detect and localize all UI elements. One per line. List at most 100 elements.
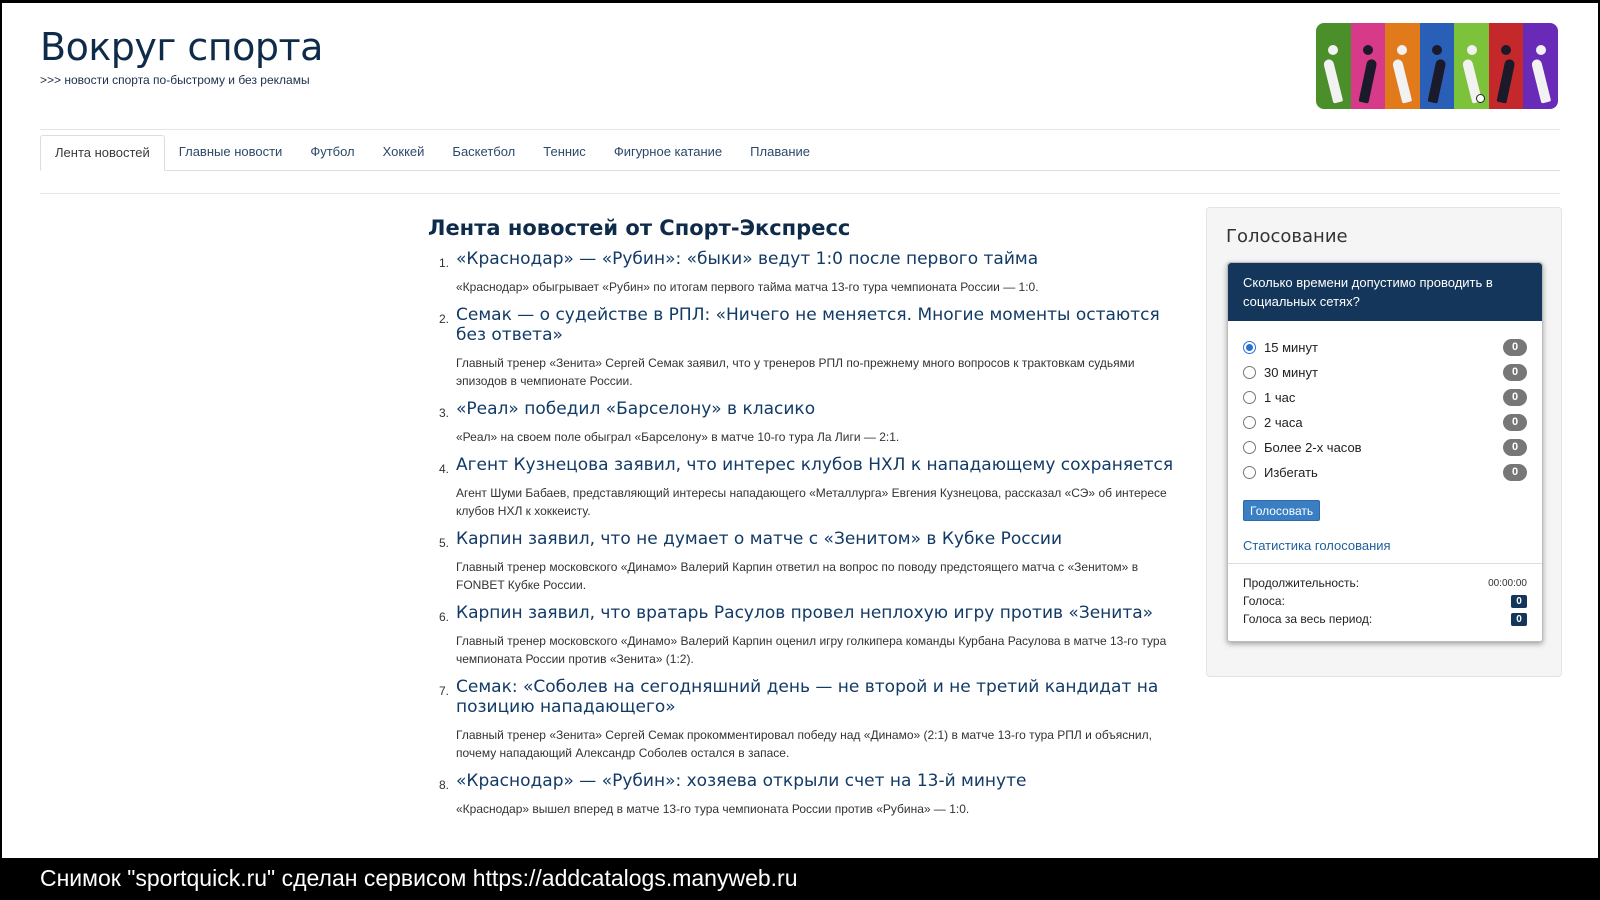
poll-option-radio[interactable] xyxy=(1243,466,1256,479)
nav-tab[interactable]: Главные новости xyxy=(165,135,297,171)
poll-footer: Продолжительность: 00:00:00 Голоса: 0 Го… xyxy=(1228,563,1542,628)
news-title-link[interactable]: Агент Кузнецова заявил, что интерес клуб… xyxy=(456,455,1178,475)
poll-option[interactable]: Более 2-х часов 0 xyxy=(1243,435,1527,460)
banner-strip xyxy=(1316,23,1351,109)
total-votes-label: Голоса за весь период: xyxy=(1243,612,1373,626)
poll-options: 15 минут 0 30 минут 0 1 час 0 2 часа 0 Более 2-х… xyxy=(1228,321,1542,485)
news-item: 4. Агент Кузнецова заявил, что интерес кл… xyxy=(428,455,1178,520)
athlete-silhouette-icon xyxy=(1496,58,1516,104)
nav-tab[interactable]: Футбол xyxy=(296,135,368,171)
news-title-link[interactable]: «Краснодар» — «Рубин»: «быки» ведут 1:0 … xyxy=(456,249,1178,269)
news-summary: «Реал» на своем поле обыграл «Барселону»… xyxy=(456,430,900,444)
athlete-silhouette-icon xyxy=(1358,58,1378,104)
poll-card: Сколько времени допустимо проводить в со… xyxy=(1227,262,1543,642)
news-number: 4. xyxy=(439,462,450,476)
nav-tab[interactable]: Лента новостей xyxy=(40,135,165,171)
athlete-head-icon xyxy=(1328,45,1339,55)
athlete-head-icon xyxy=(1432,45,1443,55)
news-title-link[interactable]: Семак: «Соболев на сегодняшний день — не… xyxy=(456,677,1178,717)
news-number: 3. xyxy=(439,406,450,420)
banner-strip xyxy=(1385,23,1420,109)
nav-tab[interactable]: Хоккей xyxy=(369,135,439,171)
news-number: 6. xyxy=(439,610,450,624)
poll-option[interactable]: 1 час 0 xyxy=(1243,385,1527,410)
poll-option-label: 15 минут xyxy=(1264,340,1318,355)
banner-strip xyxy=(1419,23,1455,109)
poll-option-radio[interactable] xyxy=(1243,416,1256,429)
news-title-link[interactable]: «Реал» победил «Барселону» в класико xyxy=(456,399,1178,419)
news-number: 5. xyxy=(439,536,450,550)
news-list: 1. «Краснодар» — «Рубин»: «быки» ведут 1:… xyxy=(428,249,1178,827)
news-item: 7. Семак: «Соболев на сегодняшний день — … xyxy=(428,677,1178,762)
banner-strip xyxy=(1350,23,1386,109)
poll-option-count-badge: 0 xyxy=(1503,339,1527,356)
news-heading: Лента новостей от Спорт-Экспресс xyxy=(428,216,851,240)
votes-label: Голоса: xyxy=(1243,594,1285,608)
poll-option-label: 1 час xyxy=(1264,390,1296,405)
caption-text: Снимок "sportquick.ru" сделан сервисом h… xyxy=(40,865,798,891)
news-summary: Главный тренер московского «Динамо» Вале… xyxy=(456,634,1167,666)
divider xyxy=(40,129,1560,130)
total-votes-row: Голоса за весь период: 0 xyxy=(1243,610,1527,628)
news-summary: Главный тренер «Зенита» Сергей Семак про… xyxy=(456,728,1152,760)
caption-bar: Снимок "sportquick.ru" сделан сервисом h… xyxy=(0,858,1600,900)
poll-option-count-badge: 0 xyxy=(1503,464,1527,481)
poll-stats-link[interactable]: Статистика голосования xyxy=(1243,538,1542,553)
site-tagline: >>> новости спорта по-быстрому и без рек… xyxy=(40,73,310,87)
poll-option-label: Избегать xyxy=(1264,465,1318,480)
ball-icon xyxy=(1476,94,1486,103)
news-title-link[interactable]: Карпин заявил, что не думает о матче с «… xyxy=(456,529,1178,549)
nav-tab[interactable]: Плавание xyxy=(736,135,824,171)
news-summary: Главный тренер «Зенита» Сергей Семак зая… xyxy=(456,356,1135,388)
nav-tab[interactable]: Фигурное катание xyxy=(600,135,736,171)
duration-row: Продолжительность: 00:00:00 xyxy=(1243,574,1527,592)
poll-option[interactable]: 2 часа 0 xyxy=(1243,410,1527,435)
poll-option[interactable]: 15 минут 0 xyxy=(1243,335,1527,360)
news-item: 3. «Реал» победил «Барселону» в класико «Р… xyxy=(428,399,1178,446)
athlete-head-icon xyxy=(1535,45,1546,55)
poll-panel: Голосование Сколько времени допустимо пр… xyxy=(1206,207,1562,677)
poll-option[interactable]: 30 минут 0 xyxy=(1243,360,1527,385)
athlete-head-icon xyxy=(1362,45,1373,55)
news-number: 2. xyxy=(439,312,450,326)
nav-tab[interactable]: Баскетбол xyxy=(438,135,529,171)
total-votes-badge: 0 xyxy=(1511,612,1527,626)
news-title-link[interactable]: «Краснодар» — «Рубин»: хозяева открыли с… xyxy=(456,771,1178,791)
banner-strip xyxy=(1523,23,1558,109)
athlete-head-icon xyxy=(1501,45,1512,55)
banner-strip xyxy=(1454,23,1489,109)
sports-banner-image xyxy=(1316,23,1558,109)
news-summary: «Краснодар» обыгрывает «Рубин» по итогам… xyxy=(456,280,1039,294)
poll-option-radio[interactable] xyxy=(1243,341,1256,354)
news-item: 6. Карпин заявил, что вратарь Расулов про… xyxy=(428,603,1178,668)
vote-button[interactable]: Голосовать xyxy=(1243,500,1321,521)
news-summary: Агент Шуми Бабаев, представляющий интере… xyxy=(456,486,1167,518)
news-number: 8. xyxy=(439,778,450,792)
news-title-link[interactable]: Семак — о судействе в РПЛ: «Ничего не ме… xyxy=(456,305,1178,345)
duration-value: 00:00:00 xyxy=(1488,577,1527,589)
poll-option-radio[interactable] xyxy=(1243,441,1256,454)
athlete-silhouette-icon xyxy=(1323,58,1344,104)
poll-option-radio[interactable] xyxy=(1243,391,1256,404)
news-title-link[interactable]: Карпин заявил, что вратарь Расулов прове… xyxy=(456,603,1178,623)
news-item: 1. «Краснодар» — «Рубин»: «быки» ведут 1:… xyxy=(428,249,1178,296)
divider xyxy=(40,193,1560,194)
poll-option-radio[interactable] xyxy=(1243,366,1256,379)
page-frame: Вокруг спорта >>> новости спорта по-быст… xyxy=(2,3,1598,858)
nav-tab[interactable]: Теннис xyxy=(529,135,600,171)
athlete-head-icon xyxy=(1397,45,1408,55)
news-summary: «Краснодар» вышел вперед в матче 13-го т… xyxy=(456,802,970,816)
site-title[interactable]: Вокруг спорта xyxy=(40,25,323,69)
poll-option[interactable]: Избегать 0 xyxy=(1243,460,1527,485)
poll-option-count-badge: 0 xyxy=(1503,439,1527,456)
athlete-silhouette-icon xyxy=(1427,58,1447,104)
poll-option-count-badge: 0 xyxy=(1503,364,1527,381)
news-item: 5. Карпин заявил, что не думает о матче с… xyxy=(428,529,1178,594)
duration-label: Продолжительность: xyxy=(1243,576,1360,590)
votes-badge: 0 xyxy=(1511,594,1527,608)
poll-option-label: Более 2-х часов xyxy=(1264,440,1362,455)
news-summary: Главный тренер московского «Динамо» Вале… xyxy=(456,560,1139,592)
news-item: 8. «Краснодар» — «Рубин»: хозяева открыли… xyxy=(428,771,1178,818)
athlete-head-icon xyxy=(1466,45,1477,55)
news-item: 2. Семак — о судействе в РПЛ: «Ничего не … xyxy=(428,305,1178,390)
